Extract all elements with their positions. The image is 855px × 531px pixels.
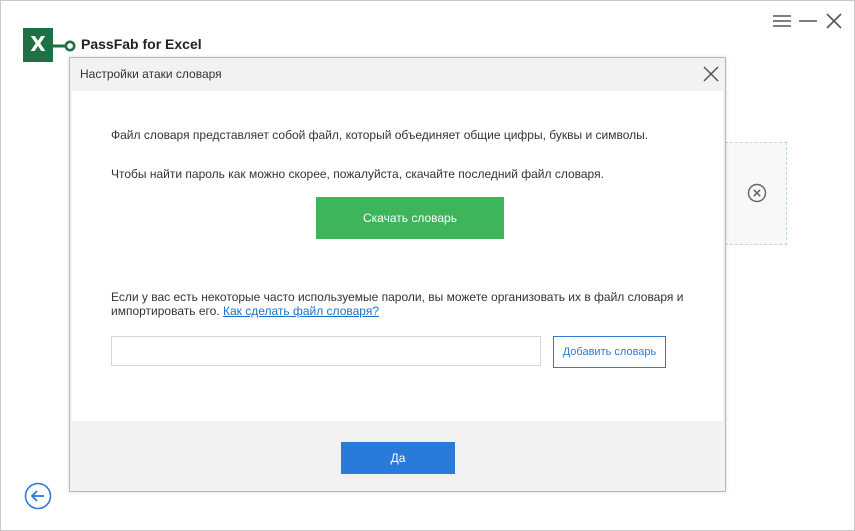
menu-button[interactable] <box>772 11 792 31</box>
excel-logo-icon: X <box>23 28 53 62</box>
app-window: X PassFab for Excel Настройки атаки слов… <box>0 0 855 531</box>
key-icon <box>52 40 76 52</box>
close-icon <box>826 13 842 29</box>
app-title: PassFab for Excel <box>81 36 202 52</box>
import-text-2: импортировать его. <box>111 304 223 318</box>
dictionary-file-input[interactable] <box>111 336 541 366</box>
window-close-button[interactable] <box>824 11 844 31</box>
description-text-1: Файл словаря представляет собой файл, ко… <box>111 128 649 142</box>
dialog-body: Файл словаря представляет собой файл, ко… <box>72 91 723 421</box>
dictionary-attack-dialog: Настройки атаки словаря Файл словаря пре… <box>69 57 726 492</box>
minimize-button[interactable] <box>798 11 818 31</box>
remove-file-icon[interactable] <box>746 182 768 204</box>
how-to-make-dictionary-link[interactable]: Как сделать файл словаря? <box>223 304 379 318</box>
add-dictionary-button[interactable]: Добавить словарь <box>553 336 666 368</box>
import-text-line-2: импортировать его. Как сделать файл слов… <box>111 304 379 319</box>
back-arrow-icon[interactable] <box>24 482 52 510</box>
import-text-1: Если у вас есть некоторые часто использу… <box>111 290 684 304</box>
dialog-title: Настройки атаки словаря <box>80 67 222 81</box>
hamburger-icon <box>773 15 791 27</box>
dialog-close-icon[interactable] <box>701 64 721 84</box>
window-controls <box>772 11 844 31</box>
description-text-2: Чтобы найти пароль как можно скорее, пож… <box>111 167 604 181</box>
minimize-icon <box>799 20 817 22</box>
ok-button[interactable]: Да <box>341 442 455 474</box>
download-dictionary-button[interactable]: Скачать словарь <box>316 197 504 239</box>
